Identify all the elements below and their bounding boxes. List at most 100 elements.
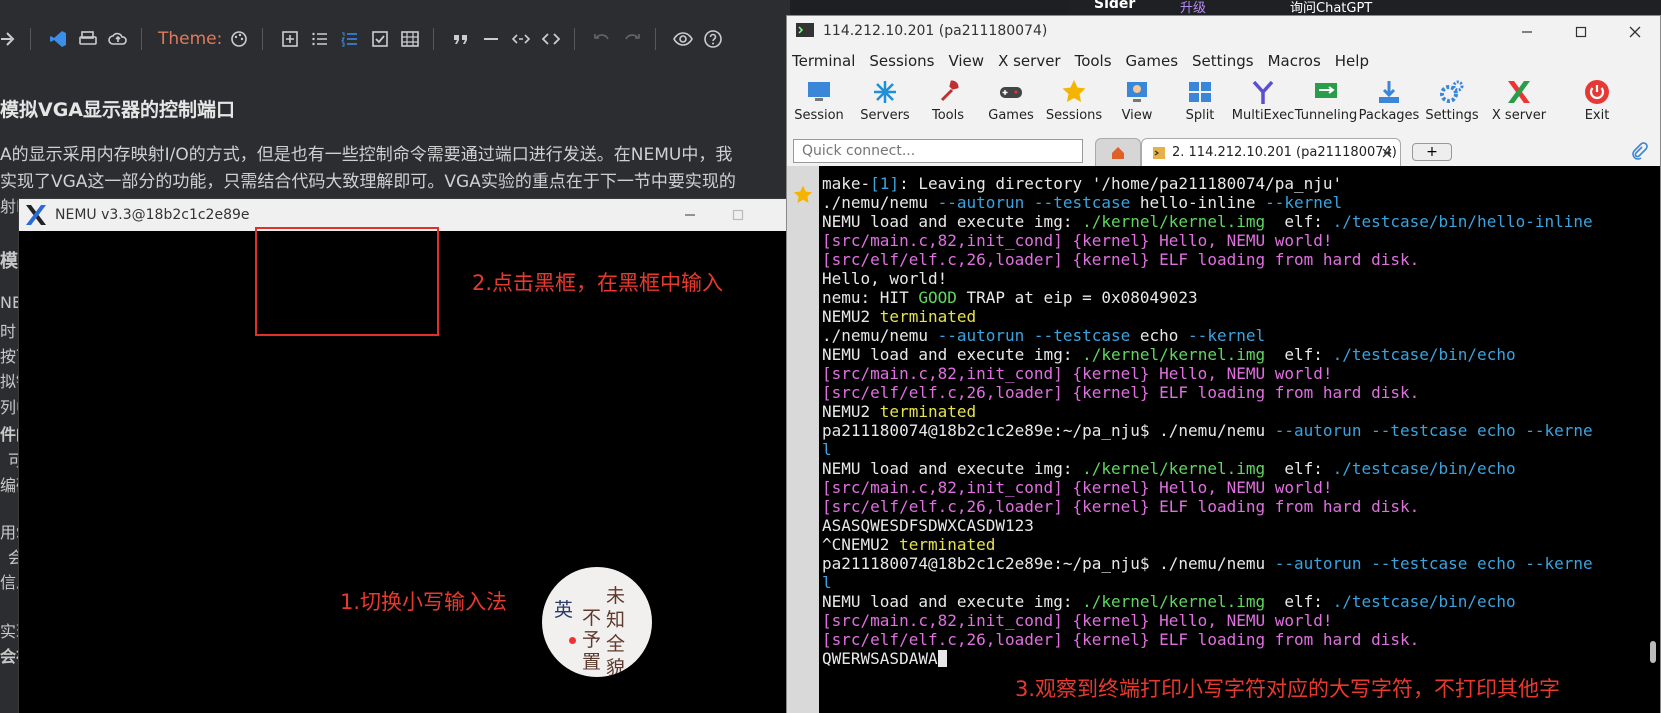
toolbar-label: X server [1491, 108, 1547, 123]
numbered-list-icon[interactable] [337, 25, 363, 53]
ime-status-dot [569, 637, 576, 644]
toolbar-multiexec-button[interactable]: MultiExec [1228, 74, 1298, 138]
servers-icon [874, 81, 896, 103]
sider-ask-chatgpt[interactable]: 询问ChatGPT [1290, 0, 1372, 16]
fullscreen-icon[interactable] [0, 25, 20, 53]
toolbar-divider [655, 28, 657, 50]
multiexec-icon [1252, 80, 1274, 104]
toolbar-divider [30, 28, 31, 50]
checkbox-icon[interactable] [367, 25, 393, 53]
ime-badge: 英 未 知 全 貌 不 予 置 评 [542, 567, 652, 677]
packages-icon [1379, 81, 1399, 103]
ime-indicator[interactable]: 英 未 知 全 貌 不 予 置 评 [538, 563, 656, 681]
inline-code-icon[interactable] [508, 25, 534, 53]
redo-icon[interactable] [619, 25, 645, 53]
sider-extension-bar: Sider 升级 询问ChatGPT [1068, 0, 1661, 16]
maximize-icon[interactable] [1558, 16, 1604, 48]
input-highlight-box[interactable] [255, 227, 439, 336]
menu-games[interactable]: Games [1126, 52, 1178, 70]
calligraphy-char: 知 [606, 609, 626, 631]
code-block-icon[interactable] [538, 25, 564, 53]
toolbar-session-button[interactable]: Session [784, 74, 854, 138]
toolbar-exit-button[interactable]: Exit [1562, 74, 1632, 138]
sider-brand[interactable]: Sider [1094, 0, 1135, 12]
session-tab[interactable]: 2. 114.212.10.201 (pa211180074) [1141, 138, 1401, 166]
paragraph-line: 实现了VGA这一部分的功能，只需结合代码大致理解即可。VGA实验的重点在于下一节… [0, 172, 736, 192]
undo-icon[interactable] [589, 25, 615, 53]
menu-x-server[interactable]: X server [998, 52, 1061, 70]
home-icon [1112, 146, 1124, 159]
minimize-icon[interactable] [1504, 16, 1550, 48]
vscode-icon[interactable] [45, 25, 71, 53]
maximize-icon[interactable] [715, 199, 761, 231]
paragraph-line: A的显示采用内存映射I/O的方式，但是也有一些控制命令需要通过端口进行发送。在N… [0, 145, 733, 165]
home-tab[interactable] [1095, 138, 1141, 166]
preview-eye-icon[interactable] [670, 25, 696, 53]
theme-label[interactable]: Theme: [158, 29, 222, 49]
toolbar-tunneling-button[interactable]: Tunneling [1291, 74, 1361, 138]
toolbar-split-button[interactable]: Split [1165, 74, 1235, 138]
editor-toolbar: Theme: [0, 20, 790, 58]
sidebar-star-icon[interactable] [792, 184, 814, 206]
toolbar-servers-button[interactable]: Servers [850, 74, 920, 138]
sider-upgrade[interactable]: 升级 [1180, 0, 1206, 16]
terminal-scrollbar[interactable] [1650, 641, 1656, 663]
menu-settings[interactable]: Settings [1192, 52, 1254, 70]
palette-icon[interactable] [226, 25, 252, 53]
terminal-window-title: 114.212.10.201 (pa211180074) [823, 23, 1048, 39]
toolbar-sessions-button[interactable]: Sessions [1039, 74, 1109, 138]
table-icon[interactable] [397, 25, 423, 53]
toolbar-label: Tunneling [1294, 108, 1358, 123]
session-icon [1153, 146, 1165, 159]
terminal-window: 114.212.10.201 (pa211180074) Terminal Se… [786, 15, 1661, 713]
print-icon[interactable] [75, 25, 101, 53]
session-tabs-row: 2. 114.212.10.201 (pa211180074) + [787, 136, 1660, 166]
toolbar-packages-button[interactable]: Packages [1354, 74, 1424, 138]
view-icon [1127, 82, 1147, 102]
quote-icon[interactable] [448, 25, 474, 53]
annotation-step-1: 1.切换小写输入法 [340, 590, 508, 614]
quick-connect-input[interactable] [793, 139, 1083, 163]
toolbar-x-server-button[interactable]: X server [1484, 74, 1554, 138]
toolbar-label: MultiExec [1231, 108, 1295, 123]
horizontal-rule-icon[interactable] [478, 25, 504, 53]
terminal-output[interactable]: make-[1]: Leaving directory '/home/pa211… [819, 166, 1660, 713]
calligraphy-char: 置 [582, 651, 602, 673]
close-icon[interactable] [1612, 16, 1658, 48]
menu-view[interactable]: View [948, 52, 984, 70]
split-icon [1189, 82, 1211, 102]
menu-macros[interactable]: Macros [1268, 52, 1321, 70]
toolbar-games-button[interactable]: Games [976, 74, 1046, 138]
help-icon[interactable] [700, 25, 726, 53]
toolbar-divider [574, 28, 576, 50]
toolbar-view-button[interactable]: View [1102, 74, 1172, 138]
menu-help[interactable]: Help [1335, 52, 1369, 70]
attach-icon[interactable] [1630, 142, 1648, 160]
gamepad-icon [1000, 87, 1022, 98]
tools-icon [940, 80, 959, 102]
annotation-step-3: 3.观察到终端打印小写字符对应的大写字符，不打印其他字 [1015, 677, 1561, 701]
toolbar-label: Split [1185, 108, 1215, 123]
menu-tools[interactable]: Tools [1075, 52, 1112, 70]
x-logo-icon [26, 205, 46, 225]
menu-sessions[interactable]: Sessions [869, 52, 934, 70]
toolbar-label: View [1121, 108, 1153, 123]
terminal-titlebar[interactable]: 114.212.10.201 (pa211180074) [787, 16, 1660, 46]
calligraphy-char: 全 [606, 633, 626, 655]
cloud-upload-icon[interactable] [105, 25, 131, 53]
minimize-icon[interactable] [667, 199, 713, 231]
section-heading: 模拟VGA显示器的控制端口 [0, 99, 236, 121]
tunneling-icon [1315, 83, 1337, 98]
bullet-list-icon[interactable] [307, 25, 333, 53]
terminal-sidebar [787, 166, 819, 713]
close-tab-icon[interactable] [1382, 148, 1392, 158]
annotation-step-2: 2.点击黑框，在黑框中输入 [472, 271, 724, 295]
ime-mode-label: 英 [554, 599, 574, 621]
toolbar-label: Servers [860, 108, 910, 123]
toolbar-label: Tools [931, 108, 965, 123]
add-icon[interactable] [277, 25, 303, 53]
menu-terminal[interactable]: Terminal [792, 52, 855, 70]
toolbar-tools-button[interactable]: Tools [913, 74, 983, 138]
new-tab-button[interactable]: + [1412, 143, 1452, 161]
toolbar-settings-button[interactable]: Settings [1417, 74, 1487, 138]
